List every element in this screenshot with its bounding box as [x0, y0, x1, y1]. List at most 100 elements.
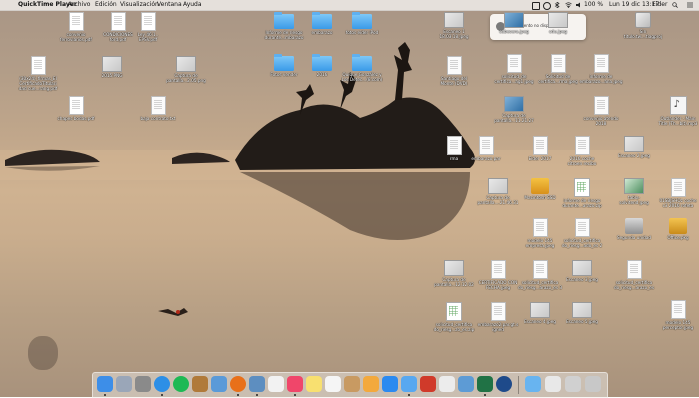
desktop-item[interactable]: convenio atendo 2018 [573, 96, 629, 126]
menu-ayuda[interactable]: Ayuda [183, 0, 202, 10]
document-icon [626, 260, 642, 279]
battery-percentage[interactable]: 100 % [584, 0, 603, 10]
desktop-item[interactable]: informe de embarazo...ana.jpeg [573, 54, 629, 84]
desktop-item[interactable]: Captura de pantalla...11.21.27 [486, 96, 542, 123]
desktop-item[interactable]: modelo 145 perceptor.jpeg [650, 300, 699, 330]
desktop-item[interactable]: (30x24)_firmas_El CertificadoTitulari da… [10, 56, 66, 92]
package-icon [669, 218, 687, 234]
running-indicator [484, 394, 486, 396]
desktop-item[interactable]: solicitud_certifica do_riesg...arazo_es [606, 260, 662, 290]
volume-icon[interactable] [576, 2, 582, 8]
document-icon [506, 54, 522, 73]
desktop-item[interactable]: 01SBJSHOz coche c3 2016 rofeta [650, 178, 699, 208]
folder-icon [352, 54, 372, 71]
mail-icon[interactable] [211, 376, 227, 392]
trash-icon[interactable] [585, 376, 601, 392]
desktop-item[interactable]: Outlander - Main Title (Th...bit).mp3 [650, 96, 699, 126]
stickies-icon[interactable] [306, 376, 322, 392]
documents-stack-icon[interactable] [545, 376, 561, 392]
desktop-item[interactable]: Santiago del Monte (DVD) [426, 56, 482, 86]
desktop-item-label: Ley 46.1.. EPSV.pdf [137, 32, 159, 43]
desktop-item-label: Escaneo 2.jpeg [618, 153, 650, 158]
screen-mirroring-icon[interactable] [532, 2, 540, 10]
calendar-icon[interactable] [268, 376, 284, 392]
running-indicator [408, 394, 410, 396]
desktop-item[interactable]: 2015.PNG [84, 56, 140, 78]
notification-center-icon[interactable] [687, 2, 693, 8]
desktop-item[interactable]: Escaneo 5.jpeg [554, 302, 610, 324]
folder-icon [312, 12, 332, 29]
finder-icon[interactable] [97, 376, 113, 392]
image-icon [102, 56, 122, 72]
downloads-stack-icon[interactable] [565, 376, 581, 392]
desktop-item-label: modelo 145 perceptor.jpeg [662, 320, 694, 331]
desktop-item[interactable]: informe de riesgo durante...arazo.zip [554, 178, 610, 208]
image-capture-icon[interactable] [458, 376, 474, 392]
menu-visualizacion[interactable]: Visualización [120, 0, 159, 10]
contacts-icon[interactable] [344, 376, 360, 392]
dock-separator [518, 376, 519, 394]
menu-archivo[interactable]: Archivo [68, 0, 90, 10]
desktop-item[interactable]: Quique González y Los Detec...(8.com) [334, 54, 390, 83]
desktop-item-label: fotos eider iPod [345, 30, 379, 35]
desktop-item-label: chapes bodas.pdf [57, 116, 95, 121]
desktop-item[interactable]: Escaneo 3.jpeg [554, 260, 610, 282]
desktop-item[interactable]: solicitud_certifica do_riesg...ado_es 2 [554, 218, 610, 248]
folder-icon [274, 12, 294, 29]
desktop-item-label: 2016 coche citroen recibo [567, 156, 597, 167]
desktop-item[interactable]: cdu.jpeg [530, 12, 586, 34]
desktop-item[interactable]: chapes bodas.pdf [48, 96, 104, 121]
desktop-item[interactable]: embarazo.par [458, 136, 514, 161]
desktop-item[interactable]: baja contrato.txt [130, 96, 186, 121]
bluetooth-icon[interactable] [554, 1, 560, 9]
desktop-item-label: cdu.jpeg [548, 29, 567, 34]
desktop-item-label: (30x24)_firmas_El CertificadoTitulari da… [18, 76, 58, 92]
reminders-icon[interactable] [325, 376, 341, 392]
photos-icon[interactable] [363, 376, 379, 392]
preview-icon[interactable] [249, 376, 265, 392]
preview-mail-icon[interactable] [439, 376, 455, 392]
document-icon [446, 56, 462, 75]
desktop-item-label: Escaneo 1 18.03.18.jpeg [439, 29, 469, 40]
firefox-icon[interactable] [230, 376, 246, 392]
desktop-item-label: baja contrato.txt [140, 116, 176, 121]
running-indicator [256, 394, 258, 396]
time-machine-icon[interactable] [543, 2, 551, 10]
desktop-item[interactable]: Escaneo 2.jpeg [606, 136, 662, 158]
desktop-item[interactable]: Escaneo 1 18.03.18.jpeg [426, 12, 482, 39]
desktop-item[interactable]: 2016 coche citroen recibo [554, 136, 610, 166]
menu-edicion[interactable]: Edición [95, 0, 117, 10]
desktop-item-label: convenio atendo 2018 [583, 116, 619, 127]
pdf-doc-icon [68, 96, 84, 115]
document-icon [670, 300, 686, 319]
spotlight-search-icon[interactable] [672, 2, 678, 8]
desktop-item-label: 2015.PNG [101, 73, 123, 78]
safari-icon[interactable] [154, 376, 170, 392]
running-indicator [237, 394, 239, 396]
photo-booth-icon[interactable] [420, 376, 436, 392]
document-icon [532, 218, 548, 237]
system-preferences-icon[interactable] [135, 376, 151, 392]
scan-image-icon [444, 12, 464, 28]
desktop-item[interactable]: Ley 46.1.. EPSV.pdf [120, 12, 176, 42]
notes-icon[interactable] [192, 376, 208, 392]
wifi-icon[interactable] [565, 2, 572, 9]
desktop-item[interactable]: fotos eider iPod [334, 12, 390, 35]
desktop-item-label: Escaneo 3.jpeg [566, 277, 598, 282]
user-name[interactable]: Eider [652, 0, 667, 10]
image-icon [444, 260, 464, 276]
scan-image-icon [572, 260, 592, 276]
excel-icon[interactable] [477, 376, 493, 392]
desktop-item[interactable]: Captura de pantalla...2.05.png [158, 56, 214, 83]
menu-ventana[interactable]: Ventana [157, 0, 182, 10]
messages-icon[interactable] [401, 376, 417, 392]
desktop-item[interactable]: Sin título.tw....tiagproj [615, 12, 671, 39]
launchpad-icon[interactable] [116, 376, 132, 392]
desktop-item[interactable]: Office.pkg [650, 218, 699, 240]
quicktime-icon[interactable] [496, 376, 512, 392]
music-icon[interactable] [287, 376, 303, 392]
applications-folder-icon[interactable] [525, 376, 541, 392]
spotify-icon[interactable] [173, 376, 189, 392]
desktop-item-label: Quique González y Los Detec...(8.com) [341, 72, 383, 83]
app-store-icon[interactable] [382, 376, 398, 392]
